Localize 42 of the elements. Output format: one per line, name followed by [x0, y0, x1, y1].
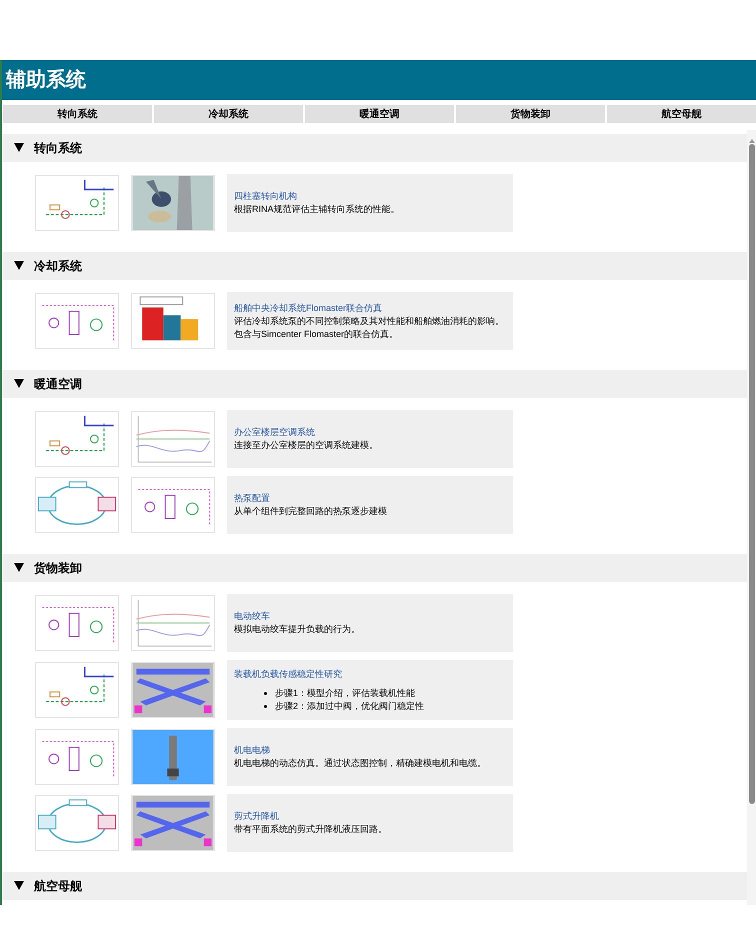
- tab[interactable]: 暖通空调: [305, 105, 454, 123]
- scrollbar[interactable]: [747, 130, 756, 905]
- item-link[interactable]: 剪式升降机: [234, 810, 279, 823]
- description-text: 机电电梯的动态仿真。通过状态图控制，精确建模电机和电缆。: [234, 757, 487, 770]
- tab[interactable]: 货物装卸: [456, 105, 605, 123]
- description-text: 包含与Simcenter Flomaster的联合仿真。: [234, 328, 400, 340]
- page-title: 辅助系统: [6, 68, 86, 93]
- expand-triangle-icon: [14, 261, 24, 271]
- bullet-icon: [264, 692, 267, 694]
- tab[interactable]: 航空母舰: [607, 105, 756, 123]
- description-text: 带有平面系统的剪式升降机液压回路。: [234, 823, 388, 836]
- item-link[interactable]: 电动绞车: [234, 610, 270, 623]
- item-link[interactable]: 办公室楼层空调系统: [234, 426, 315, 439]
- description-text: 评估冷却系统泵的不同控制策略及其对性能和船舶燃油消耗的影响。: [234, 314, 505, 328]
- section-title: 航空母舰: [34, 878, 82, 895]
- section-title: 暖通空调: [34, 376, 82, 393]
- item-link[interactable]: 船舶中央冷却系统Flomaster联合仿真: [234, 302, 382, 314]
- section-title: 转向系统: [34, 140, 82, 157]
- item-link[interactable]: 四柱塞转向机构: [234, 190, 297, 203]
- description-text: 从单个组件到完整回路的热泵逐步建模: [234, 505, 388, 518]
- description-text: 模拟电动绞车提升负载的行为。: [234, 623, 361, 636]
- tab[interactable]: 冷却系统: [154, 105, 303, 123]
- bullet-icon: [264, 704, 267, 708]
- section-header[interactable]: 转向系统: [2, 134, 747, 162]
- expand-triangle-icon: [14, 881, 24, 891]
- section-header[interactable]: 冷却系统: [2, 252, 747, 280]
- tab[interactable]: 转向系统: [3, 105, 152, 123]
- item-link[interactable]: 热泵配置: [234, 492, 270, 505]
- expand-triangle-icon: [14, 563, 24, 573]
- section-header[interactable]: 航空母舰: [2, 872, 747, 900]
- description-text: 连接至办公室楼层的空调系统建模。: [234, 439, 379, 452]
- item-link[interactable]: 机电电梯: [234, 744, 270, 757]
- expand-triangle-icon: [14, 379, 24, 389]
- description-text: 根据RINA规范评估主辅转向系统的性能。: [234, 203, 401, 216]
- section-title: 货物装卸: [34, 560, 82, 577]
- section-title: 冷却系统: [34, 258, 82, 275]
- item-link[interactable]: 装载机负载传感稳定性研究: [234, 668, 342, 680]
- bullet-text: 步骤2：添加过中阀，优化阀门稳定性: [275, 700, 424, 712]
- section-header[interactable]: 暖通空调: [2, 370, 747, 398]
- section-header[interactable]: 货物装卸: [2, 554, 747, 582]
- expand-triangle-icon: [14, 143, 24, 153]
- bullet-text: 步骤1：模型介绍，评估装载机性能: [275, 686, 416, 700]
